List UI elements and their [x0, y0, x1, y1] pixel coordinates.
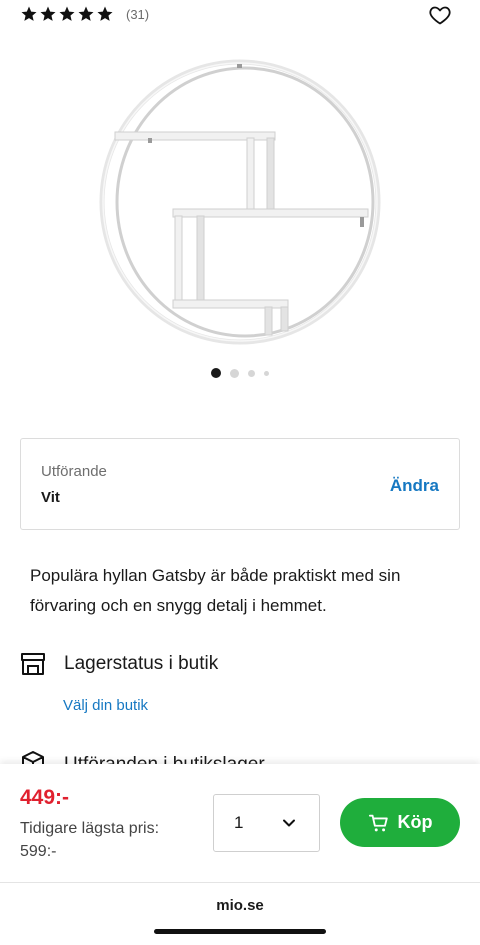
- heart-outline-icon[interactable]: [428, 3, 452, 27]
- variant-value: Vit: [41, 489, 60, 506]
- cart-icon: [368, 814, 388, 831]
- star-icon: [40, 6, 56, 21]
- browser-address-bar[interactable]: mio.se: [0, 882, 480, 945]
- url-label[interactable]: mio.se: [0, 897, 480, 914]
- buy-button[interactable]: Köp: [340, 798, 460, 847]
- gallery-pagination[interactable]: [0, 368, 480, 378]
- purchase-bar: 449:- Tidigare lägsta pris: 599:- 1 Köp: [0, 764, 480, 882]
- star-icon: [97, 6, 113, 21]
- rating-stars: [20, 5, 114, 23]
- pagination-dot[interactable]: [264, 370, 269, 376]
- rating-count: (31): [126, 6, 150, 22]
- quantity-value: 1: [234, 813, 244, 832]
- star-icon: [78, 6, 94, 21]
- store-icon: [21, 653, 45, 675]
- variant-label: Utförande: [41, 463, 107, 480]
- star-icon: [59, 6, 75, 21]
- rating-row[interactable]: (31): [20, 5, 149, 23]
- choose-store-link[interactable]: Välj din butik: [63, 697, 148, 714]
- change-variant-button[interactable]: Ändra: [390, 476, 439, 496]
- chevron-down-icon: [283, 819, 295, 827]
- star-icon: [21, 6, 37, 21]
- pagination-dot[interactable]: [248, 369, 255, 377]
- product-image[interactable]: [95, 52, 385, 352]
- product-description: Populära hyllan Gatsby är både praktiskt…: [30, 566, 401, 615]
- pagination-dot-active[interactable]: [211, 368, 221, 378]
- previous-price-label: Tidigare lägsta pris: 599:-: [20, 820, 160, 860]
- stock-status-row[interactable]: Lagerstatus i butik: [20, 651, 218, 677]
- pagination-dot[interactable]: [230, 368, 239, 378]
- quantity-select[interactable]: 1: [213, 794, 320, 852]
- stock-status-title: Lagerstatus i butik: [64, 653, 219, 674]
- price: 449:-: [20, 786, 70, 809]
- home-indicator[interactable]: [154, 929, 326, 934]
- variant-selector[interactable]: Utförande Vit Ändra: [20, 438, 460, 530]
- buy-button-label: Köp: [397, 812, 433, 832]
